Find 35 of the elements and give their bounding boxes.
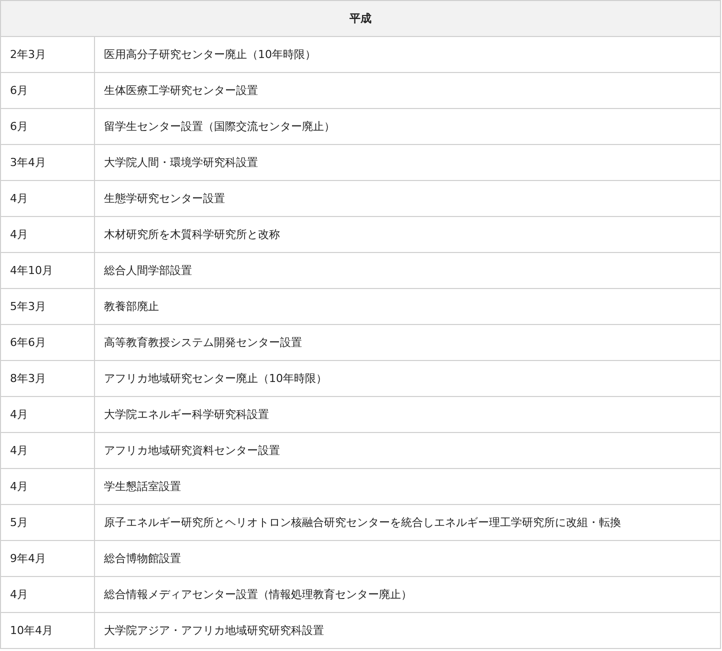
event-cell: 生体医療工学研究センター設置 — [95, 73, 721, 109]
column-header: 平成 — [1, 1, 721, 37]
event-cell: 学生懇話室設置 — [95, 469, 721, 505]
date-cell: 5年3月 — [1, 289, 95, 325]
event-cell: 教養部廃止 — [95, 289, 721, 325]
event-cell: 大学院人間・環境学研究科設置 — [95, 145, 721, 181]
event-cell: アフリカ地域研究センター廃止（10年時限） — [95, 361, 721, 397]
event-cell: 総合人間学部設置 — [95, 253, 721, 289]
event-cell: 医用高分子研究センター廃止（10年時限） — [95, 37, 721, 73]
date-cell: 4月 — [1, 577, 95, 613]
event-cell: 総合情報メディアセンター設置（情報処理教育センター廃止） — [95, 577, 721, 613]
date-cell: 4年10月 — [1, 253, 95, 289]
date-cell: 6月 — [1, 109, 95, 145]
date-cell: 4月 — [1, 433, 95, 469]
event-cell: 大学院エネルギー科学研究科設置 — [95, 397, 721, 433]
date-cell: 5月 — [1, 505, 95, 541]
event-cell: 原子エネルギー研究所とヘリオトロン核融合研究センターを統合しエネルギー理工学研究所に改組・転換 — [95, 505, 721, 541]
date-cell: 4月 — [1, 469, 95, 505]
date-cell: 6月 — [1, 73, 95, 109]
date-cell: 8年3月 — [1, 361, 95, 397]
date-cell: 6年6月 — [1, 325, 95, 361]
date-cell: 2年3月 — [1, 37, 95, 73]
event-cell: 留学生センター設置（国際交流センター廃止） — [95, 109, 721, 145]
event-cell: 高等教育教授システム開発センター設置 — [95, 325, 721, 361]
event-cell: 生態学研究センター設置 — [95, 181, 721, 217]
date-cell: 4月 — [1, 217, 95, 253]
date-cell: 9年4月 — [1, 541, 95, 577]
event-cell: 木材研究所を木質科学研究所と改称 — [95, 217, 721, 253]
event-cell: 大学院アジア・アフリカ地域研究研究科設置 — [95, 613, 721, 649]
date-cell: 10年4月 — [1, 613, 95, 649]
event-cell: 総合博物館設置 — [95, 541, 721, 577]
date-cell: 3年4月 — [1, 145, 95, 181]
date-cell: 4月 — [1, 397, 95, 433]
event-cell: アフリカ地域研究資料センター設置 — [95, 433, 721, 469]
date-cell: 4月 — [1, 181, 95, 217]
